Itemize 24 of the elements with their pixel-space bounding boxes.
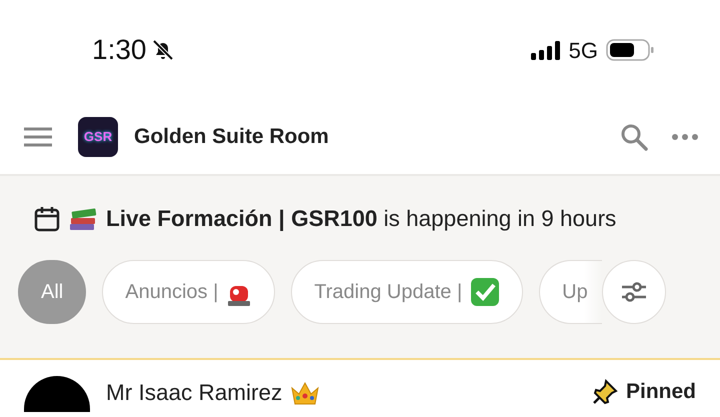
- check-icon: [470, 276, 500, 307]
- event-banner-text: Live Formación | GSR100 is happening in 9 hours: [106, 205, 616, 233]
- menu-icon: [22, 125, 54, 149]
- calendar-icon: [34, 206, 60, 232]
- app-title: Golden Suite Room: [134, 124, 329, 150]
- filter-chip[interactable]: All: [18, 260, 86, 324]
- battery-icon: [606, 39, 654, 61]
- menu-button[interactable]: [22, 125, 54, 149]
- avatar: [24, 376, 90, 412]
- filter-chip[interactable]: Up: [539, 260, 602, 324]
- status-time: 1:30: [92, 33, 146, 67]
- network-label: 5G: [568, 36, 598, 64]
- more-icon: [672, 133, 698, 141]
- signal-icon: [530, 40, 561, 60]
- filter-chip[interactable]: Anuncios |: [102, 260, 276, 324]
- author-name: Mr Isaac Ramirez: [106, 379, 282, 407]
- more-button[interactable]: [672, 133, 698, 141]
- filter-chip[interactable]: Trading Update |: [291, 260, 524, 324]
- logo-text: GSR: [84, 128, 112, 146]
- search-icon: [620, 123, 648, 151]
- books-icon: [68, 206, 98, 232]
- crown-icon: [290, 380, 320, 406]
- pinned-label: Pinned: [626, 379, 696, 405]
- search-button[interactable]: [620, 123, 648, 151]
